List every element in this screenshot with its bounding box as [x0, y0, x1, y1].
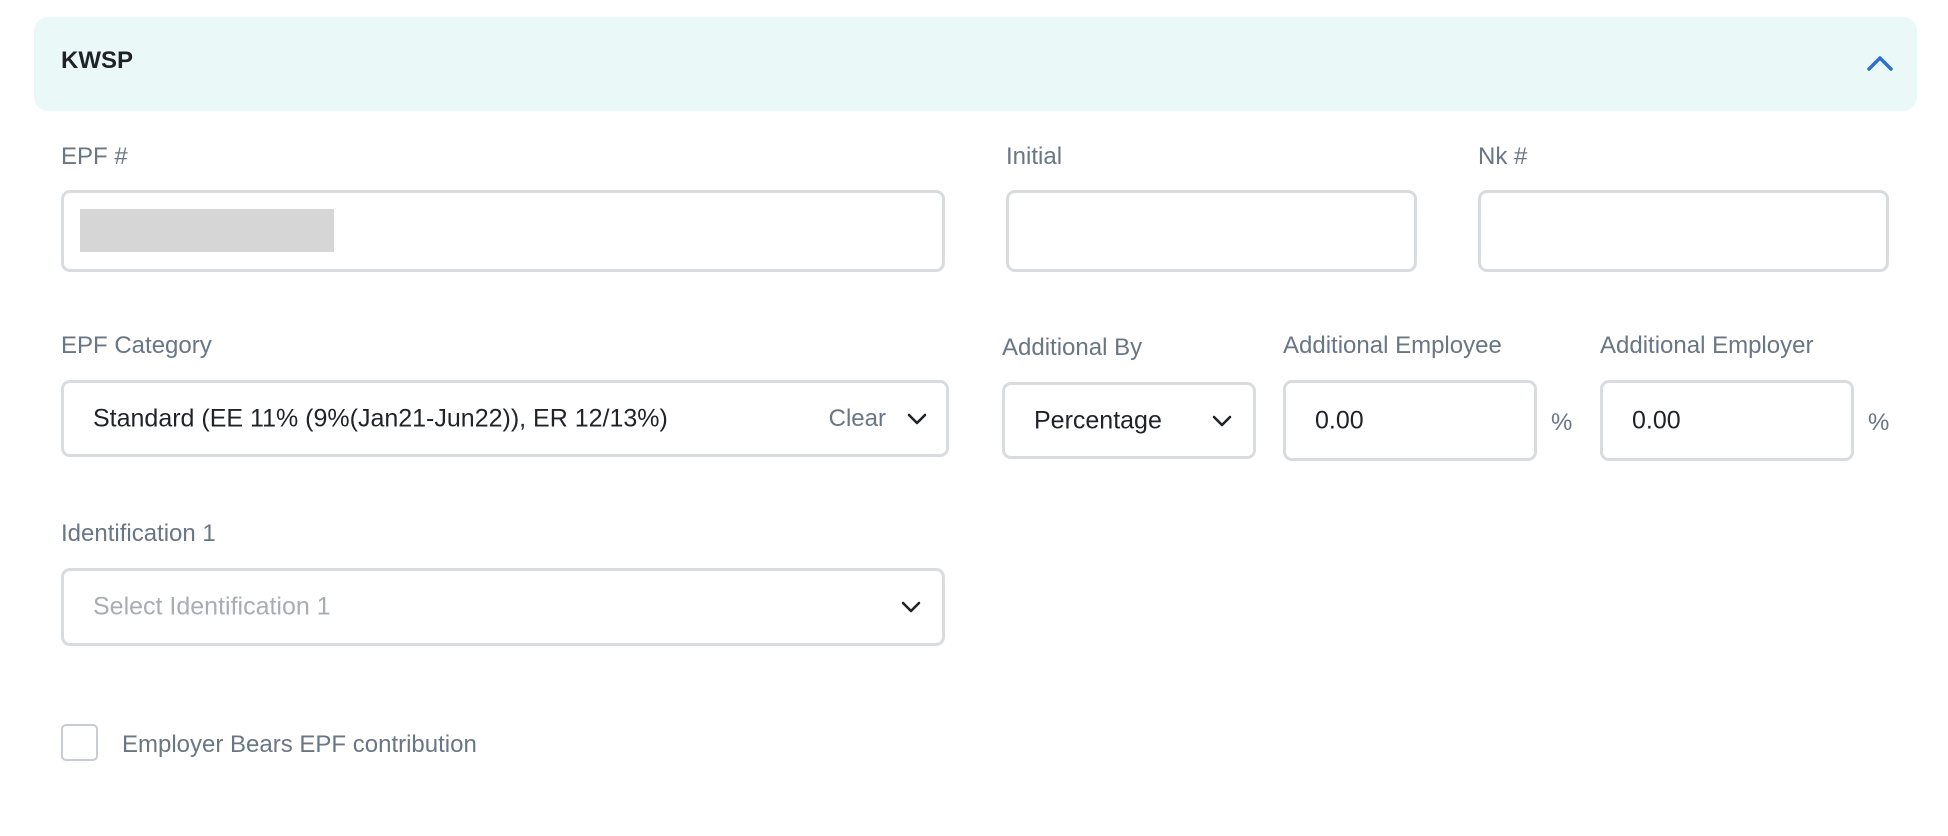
- additional-employee-value: 0.00: [1315, 406, 1364, 434]
- additional-employee-label: Additional Employee: [1283, 332, 1502, 359]
- epf-category-value: Standard (EE 11% (9%(Jan21-Jun22)), ER 1…: [93, 404, 668, 432]
- employer-bears-epf-checkbox[interactable]: [61, 724, 98, 761]
- additional-employer-label: Additional Employer: [1600, 332, 1814, 359]
- identification-1-select[interactable]: Select Identification 1: [61, 568, 945, 646]
- chevron-up-icon[interactable]: [1863, 46, 1897, 80]
- chevron-down-icon[interactable]: [1211, 414, 1233, 428]
- epf-number-label: EPF #: [61, 143, 128, 170]
- epf-category-select[interactable]: Standard (EE 11% (9%(Jan21-Jun22)), ER 1…: [61, 380, 949, 457]
- percent-unit: %: [1868, 409, 1890, 436]
- epf-number-input[interactable]: [61, 190, 945, 272]
- percent-unit: %: [1551, 409, 1573, 436]
- section-title: KWSP: [61, 47, 133, 74]
- initial-label: Initial: [1006, 143, 1063, 170]
- redacted-value: [80, 209, 334, 252]
- nk-number-input[interactable]: [1478, 190, 1889, 272]
- identification-1-placeholder: Select Identification 1: [93, 592, 331, 621]
- chevron-down-icon[interactable]: [900, 600, 922, 614]
- epf-category-label: EPF Category: [61, 332, 212, 359]
- kwsp-section-header[interactable]: KWSP: [34, 17, 1917, 111]
- additional-by-label: Additional By: [1002, 334, 1143, 361]
- clear-button[interactable]: Clear: [829, 405, 886, 433]
- identification-1-label: Identification 1: [61, 520, 216, 547]
- additional-by-value: Percentage: [1034, 406, 1162, 434]
- additional-by-select[interactable]: Percentage: [1002, 382, 1256, 459]
- employer-bears-epf-label[interactable]: Employer Bears EPF contribution: [122, 731, 477, 759]
- nk-number-label: Nk #: [1478, 143, 1528, 170]
- initial-input[interactable]: [1006, 190, 1417, 272]
- additional-employer-value: 0.00: [1632, 406, 1681, 434]
- additional-employee-input[interactable]: 0.00: [1283, 380, 1537, 461]
- chevron-down-icon[interactable]: [906, 412, 928, 426]
- additional-employer-input[interactable]: 0.00: [1600, 380, 1854, 461]
